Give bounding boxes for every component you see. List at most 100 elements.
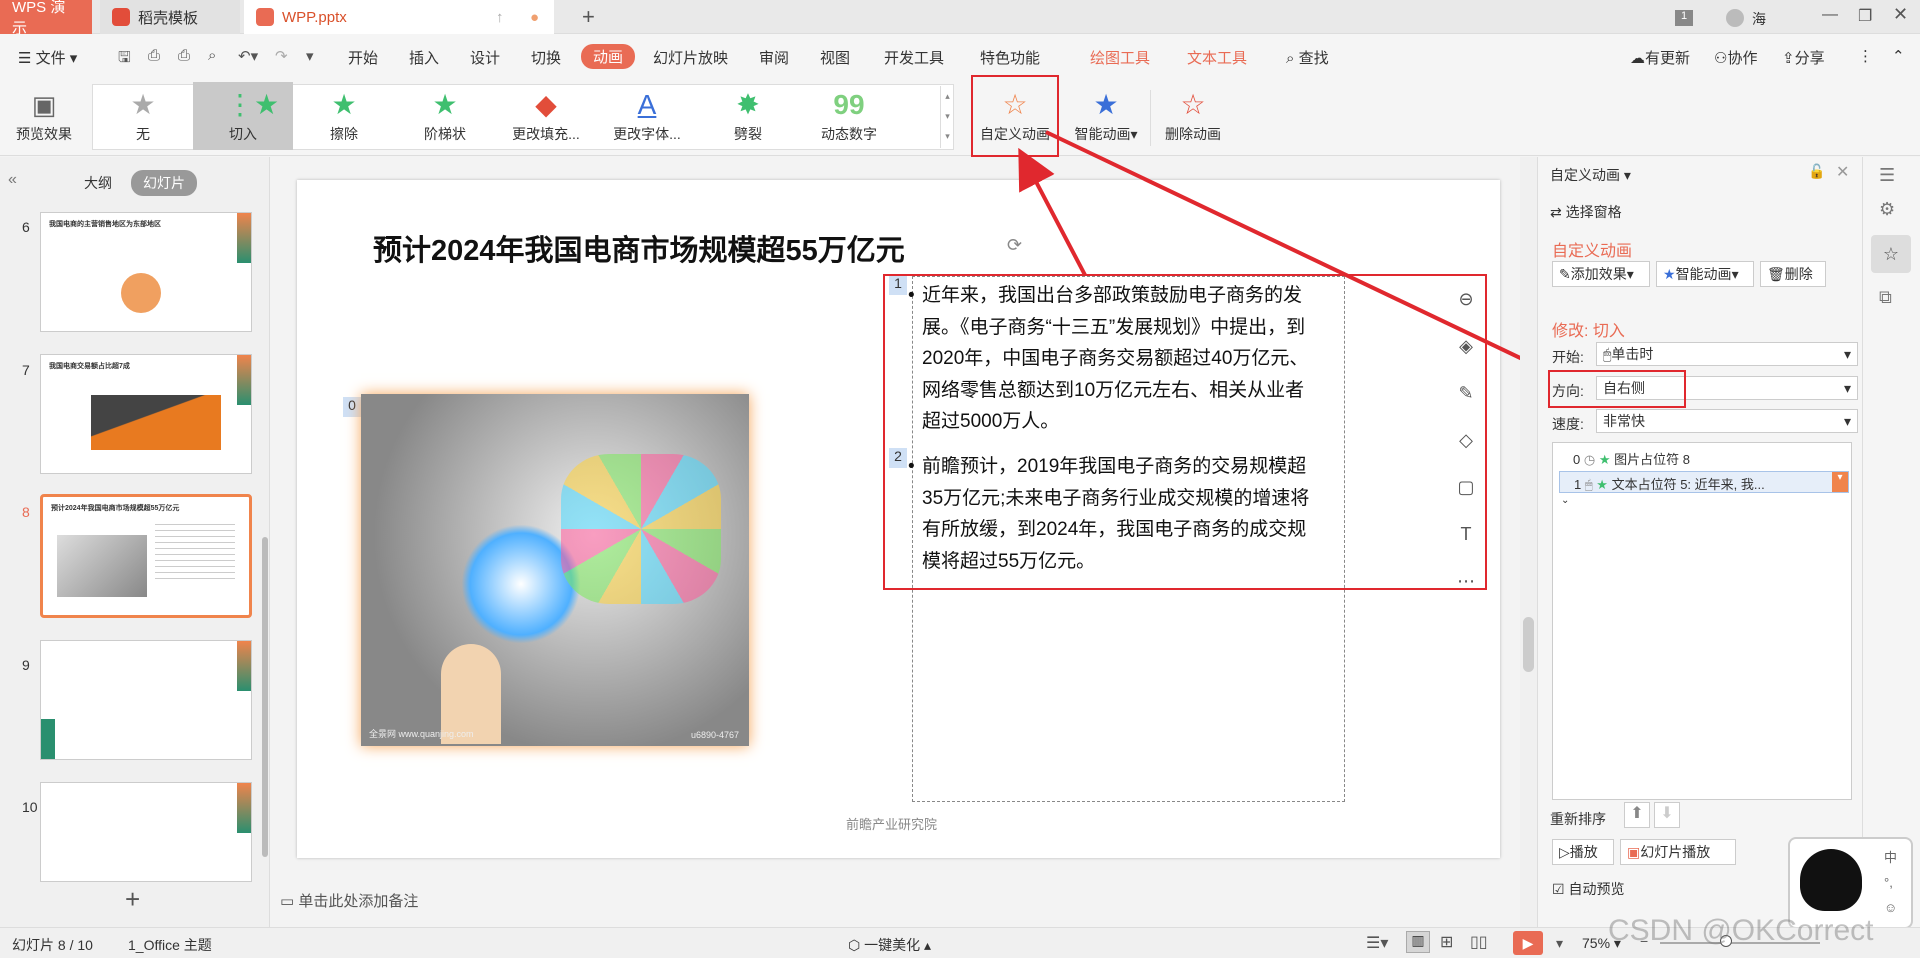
start-select[interactable]: 🖱 单击时 ▾ [1596,342,1858,366]
collapse-ribbon-icon[interactable]: ⌃ [1892,47,1905,65]
animation-pane-icon[interactable]: ☆ [1871,235,1911,273]
print-preview-icon[interactable]: ⎙ [148,47,160,64]
normal-view-icon[interactable]: ▥ [1406,931,1430,953]
slide-thumbnail-10[interactable] [40,782,252,882]
menu-item-start[interactable]: 开始 [348,47,378,68]
more-icon[interactable]: ⋮ [1858,47,1873,65]
tab-document[interactable]: WPP.pptx ↑ ● [244,0,554,34]
menu-item-drawing-tools[interactable]: 绘图工具 [1090,47,1150,68]
minimize-icon[interactable]: — [1822,6,1838,24]
list-item[interactable]: 0 ◷ ★ 图片占位符 8 [1573,449,1690,468]
share-button[interactable]: ⇪分享 [1782,47,1825,68]
slide-canvas[interactable]: 预计2024年我国电商市场规模超55万亿元 0 全景网 www.quanjing… [297,180,1500,858]
menu-item-text-tools[interactable]: 文本工具 [1187,47,1247,68]
pane-header[interactable]: 自定义动画 ▾ [1550,165,1631,185]
effect-split[interactable]: ✸ 劈裂 [698,82,798,150]
effect-stairs[interactable]: ★ 阶梯状 [395,82,495,150]
animation-list[interactable]: 0 ◷ ★ 图片占位符 8 1 🖱 ★ 文本占位符 5: 近年来, 我... ▾ … [1552,442,1852,800]
collapse-icon[interactable]: ⊖ [1449,276,1483,323]
menu-item-slideshow[interactable]: 幻灯片放映 [653,47,728,68]
effect-fly-in[interactable]: ⋮★ 切入 [193,82,293,150]
sidebar-collapse-icon[interactable]: ☰ [1879,165,1895,186]
redo-icon[interactable]: ↷ [275,47,288,65]
menu-item-animation[interactable]: 动画 [581,44,636,69]
pen-icon[interactable]: ✎ [1449,370,1483,417]
notes-toggle-icon[interactable]: ☰▾ [1366,933,1388,953]
effect-dynamic-number[interactable]: 99 动态数字 [799,82,899,150]
list-item-selected[interactable]: 1 🖱 ★ 文本占位符 5: 近年来, 我... ▾ [1559,471,1849,493]
transition-icon[interactable]: ⧉ [1879,287,1892,308]
text-format-icon[interactable]: T [1449,511,1483,558]
menu-item-design[interactable]: 设计 [470,47,500,68]
slide-title[interactable]: 预计2024年我国电商市场规模超55万亿元 [373,227,905,269]
upload-icon[interactable]: ↑ [496,9,504,26]
slide-thumbnail-7[interactable]: 我国电商交易额占比超7成 [40,354,252,474]
add-slide-button[interactable]: + [125,884,140,915]
play-slideshow-icon[interactable]: ▶ [1513,931,1543,955]
new-tab-button[interactable]: + [570,0,607,34]
beautify-button[interactable]: ⬡ 一键美化 ▴ [848,935,931,955]
item-dropdown-icon[interactable]: ▾ [1832,472,1848,492]
export-pdf-icon[interactable]: ⌕ [208,47,216,64]
notes-area[interactable]: ▭ 单击此处添加备注 [280,890,418,911]
undo-icon[interactable]: ↶▾ [238,47,258,65]
menu-item-features[interactable]: 特色功能 [980,47,1040,68]
sorter-view-icon[interactable]: ⊞ [1440,932,1453,952]
menu-item-transition[interactable]: 切换 [531,47,561,68]
expand-icon[interactable]: ⌄ [1561,495,1569,506]
play-options-icon[interactable]: ▾ [1556,935,1563,952]
more-options-icon[interactable]: ⋯ [1449,558,1483,605]
thumbnail-scrollbar[interactable] [262,537,268,857]
move-up-icon[interactable]: ⬆ [1624,802,1650,828]
effect-wipe[interactable]: ★ 擦除 [294,82,394,150]
gallery-scroll[interactable]: ▴ ▾ ▾ [940,86,954,148]
rotate-handle-icon[interactable]: ⟳ [1007,235,1022,256]
settings-icon[interactable]: ⚙ [1879,199,1895,220]
delete-button[interactable]: 🗑 删除 [1760,261,1826,287]
smart-anim-button[interactable]: ★ 智能动画 ▾ [1656,261,1754,287]
select-pane-link[interactable]: ⇄ 选择窗格 [1550,202,1622,222]
app-tab[interactable]: WPS 演示 [0,0,92,37]
effect-change-font[interactable]: A 更改字体... [597,82,697,150]
scroll-thumb[interactable] [1523,617,1534,672]
avatar[interactable] [1726,9,1744,27]
slide-thumbnail-8[interactable]: 预计2024年我国电商市场规模超55万亿元 [40,494,252,618]
autopreview-checkbox[interactable]: ☑ 自动预览 [1552,879,1624,899]
close-icon[interactable]: ✕ [1893,4,1908,25]
effect-none[interactable]: ★ 无 [93,82,193,150]
preview-button[interactable]: ▣ 预览效果 [0,82,88,150]
menu-item-review[interactable]: 审阅 [759,47,789,68]
search-button[interactable]: ⌕ 查找 [1286,47,1329,68]
slide-image[interactable]: 全景网 www.quanjing.com u6890-4767 [361,394,749,746]
menu-item-insert[interactable]: 插入 [409,47,439,68]
lock-icon[interactable]: 🔓 [1808,163,1825,180]
slide-scrollbar[interactable] [1520,157,1537,927]
effect-change-fill[interactable]: ◆ 更改填充... [496,82,596,150]
tab-outline[interactable]: 大纲 [84,173,112,193]
add-effect-button[interactable]: ✎ 添加效果 ▾ [1552,261,1650,287]
slideshow-button[interactable]: ▣ 幻灯片播放 [1620,839,1736,865]
tab-templates[interactable]: 稻壳模板 [100,0,240,34]
reading-view-icon[interactable]: ▯▯ [1470,932,1488,952]
quick-access-more-icon[interactable]: ▾ [306,47,314,65]
theme-name[interactable]: 1_Office 主题 [128,935,212,955]
print-icon[interactable]: ⎙ [178,47,190,64]
move-down-icon[interactable]: ⬇ [1654,802,1680,828]
restore-icon[interactable]: ❐ [1858,6,1872,26]
smart-animation-button[interactable]: ★ 智能动画▾ [1066,82,1146,150]
file-menu[interactable]: ☰ 文件 ▾ [18,47,77,68]
tab-slides[interactable]: 幻灯片 [131,170,197,196]
collapse-panel-icon[interactable]: « [8,171,17,189]
border-icon[interactable]: ▢ [1449,464,1483,511]
slide-thumbnail-6[interactable]: 我国电商的主营销售地区为东部地区 [40,212,252,332]
update-button[interactable]: ☁有更新 [1630,47,1690,68]
speed-select[interactable]: 非常快 ▾ [1596,409,1858,433]
slide-thumbnail-9[interactable] [40,640,252,760]
save-icon[interactable]: 🖫 [118,47,131,72]
delete-animation-button[interactable]: ☆ 删除动画 [1153,82,1233,150]
layers-icon[interactable]: ◈ [1449,323,1483,370]
menu-item-view[interactable]: 视图 [820,47,850,68]
anim-tag-0[interactable]: 0 [343,397,361,417]
menu-item-developer[interactable]: 开发工具 [884,47,944,68]
collab-button[interactable]: ⚇协作 [1714,47,1757,68]
